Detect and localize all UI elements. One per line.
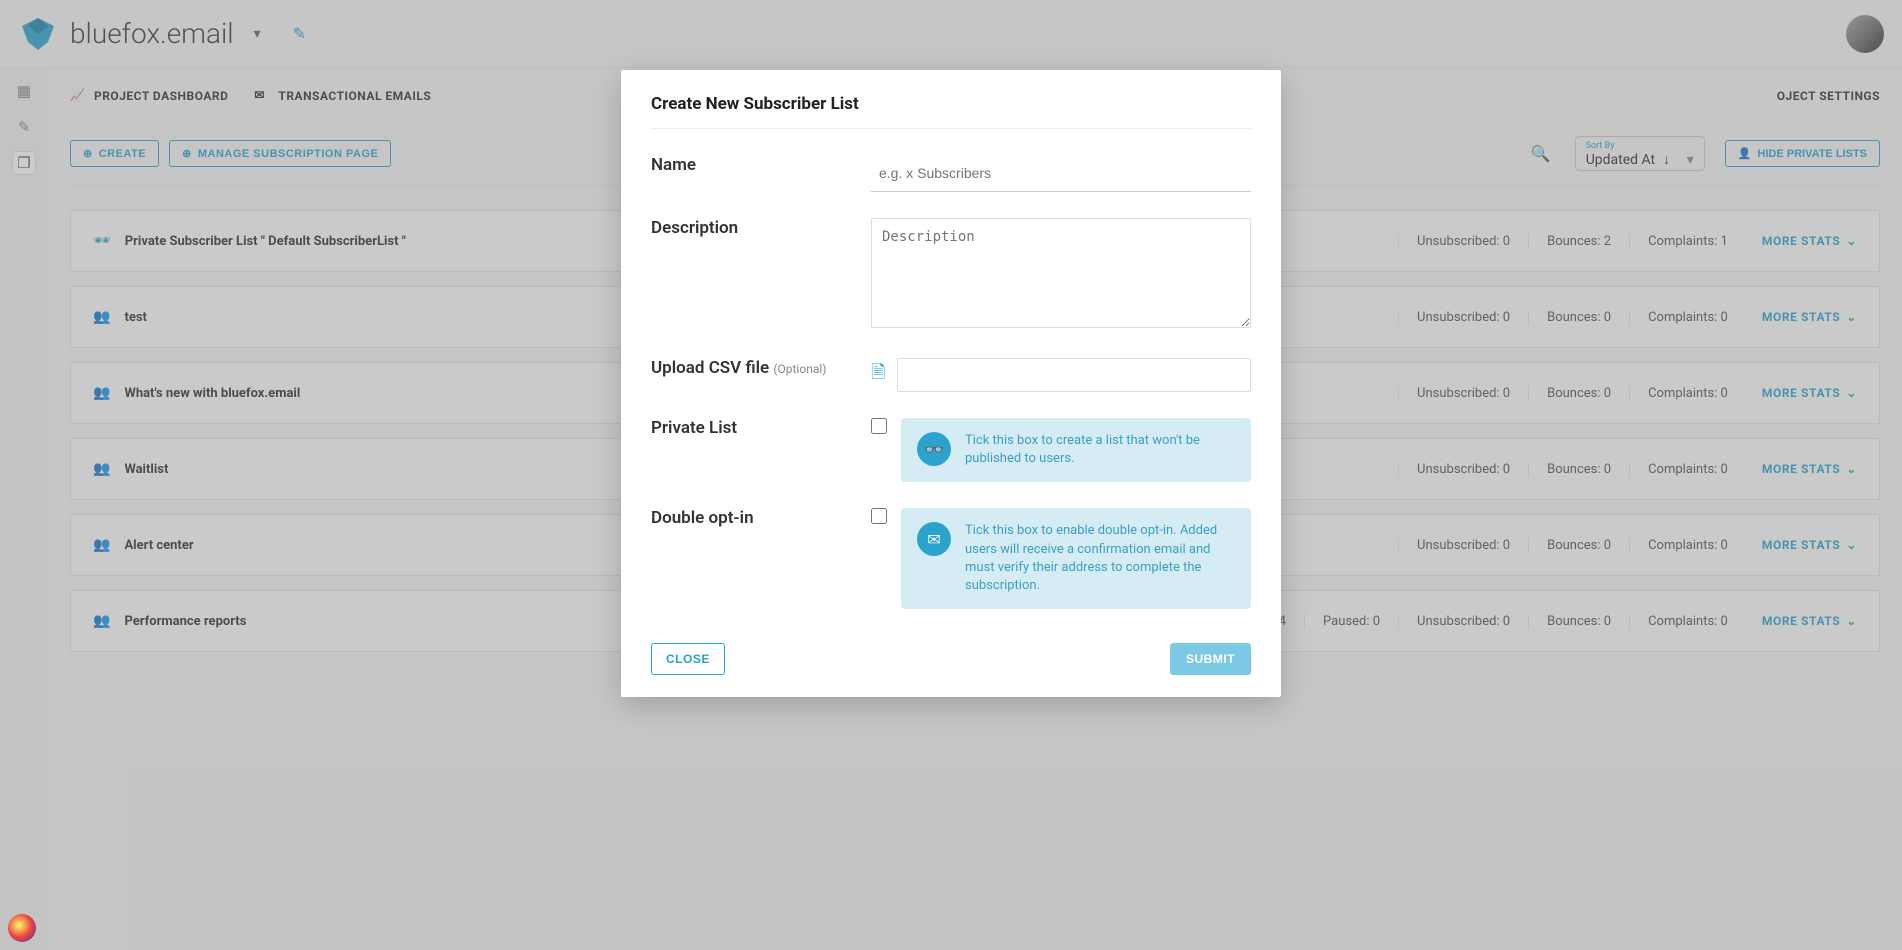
incognito-icon: 👓 [917,432,951,466]
optional-hint: (Optional) [773,362,826,376]
csv-file-input[interactable] [897,358,1251,392]
name-label: Name [651,155,851,192]
create-list-modal: Create New Subscriber List Name Descript… [621,70,1281,697]
upload-label: Upload CSV file (Optional) [651,358,851,392]
double-optin-label: Double opt-in [651,508,851,609]
description-label: Description [651,218,851,332]
description-textarea[interactable] [871,218,1251,328]
double-optin-info-box: ✉ Tick this box to enable double opt-in.… [901,508,1251,609]
close-button[interactable]: CLOSE [651,643,725,675]
modal-title: Create New Subscriber List [651,94,1251,129]
double-help-text: Tick this box to enable double opt-in. A… [965,522,1235,595]
modal-overlay: Create New Subscriber List Name Descript… [0,0,1902,950]
submit-button[interactable]: SUBMIT [1170,643,1251,675]
private-help-text: Tick this box to create a list that won'… [965,432,1235,468]
corner-badge-icon [8,914,36,942]
file-icon[interactable]: 🗎 [871,360,885,390]
private-checkbox[interactable] [871,418,887,434]
private-label: Private List [651,418,851,482]
private-info-box: 👓 Tick this box to create a list that wo… [901,418,1251,482]
name-input[interactable] [871,155,1251,192]
double-opt-icon: ✉ [917,522,951,556]
double-optin-checkbox[interactable] [871,508,887,524]
